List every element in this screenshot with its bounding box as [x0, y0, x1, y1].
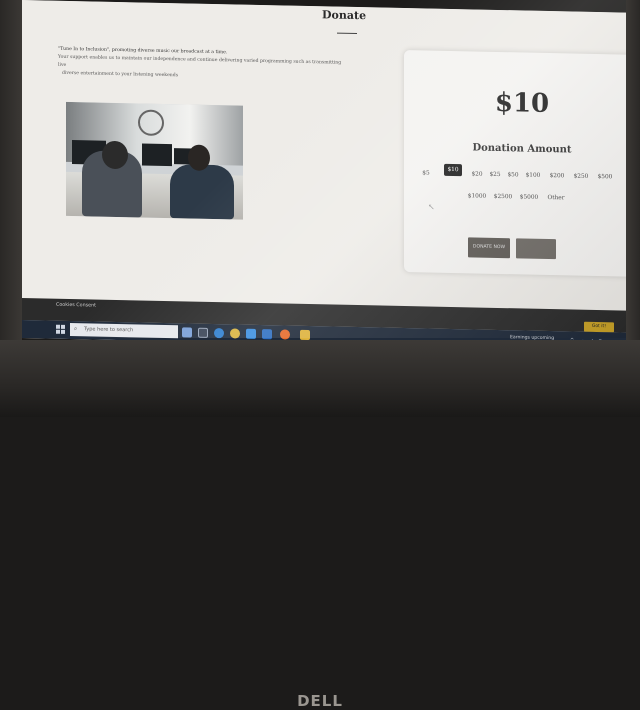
photo-monitor-center	[142, 143, 172, 167]
task-view-icon[interactable]	[198, 327, 208, 338]
brand-logo: DELL	[297, 692, 343, 710]
page-title: Donate	[322, 8, 367, 23]
amount-option[interactable]: $50	[506, 169, 520, 181]
donation-amount-label: Donation Amount	[472, 142, 572, 156]
amount-option[interactable]: $20	[470, 168, 484, 180]
start-icon[interactable]	[56, 324, 65, 334]
store-icon[interactable]	[246, 328, 256, 339]
firefox-icon[interactable]	[280, 329, 290, 340]
laptop-chin: DELL	[0, 340, 640, 710]
amount-option[interactable]: $250	[572, 171, 590, 183]
donate-page: Donate "Tune In to Inclusion", promoting…	[22, 0, 626, 311]
photo-person-right-head	[188, 144, 210, 171]
edge-icon[interactable]	[214, 328, 224, 339]
photo-fan	[138, 109, 164, 136]
mail-icon[interactable]	[262, 329, 272, 340]
donate-now-button[interactable]: DONATE NOW	[468, 237, 510, 259]
cookie-consent-title: Cookies Consent	[56, 302, 97, 309]
amount-option[interactable]: $1000	[466, 190, 488, 202]
taskbar-search-input[interactable]: ⌕ Type here to search	[70, 323, 178, 339]
amount-option[interactable]: $500	[596, 171, 614, 183]
cookie-accept-button[interactable]: Got it!	[584, 321, 614, 333]
amount-option[interactable]: $25	[488, 169, 502, 181]
amount-option[interactable]: $10	[444, 163, 462, 177]
taskbar-search-placeholder: Type here to search	[84, 326, 134, 334]
amount-option[interactable]: $2500	[492, 191, 514, 203]
amount-options-row-1: $5 $10 $20 $25 $50 $100 $200 $250 $500	[404, 50, 626, 180]
widgets-icon[interactable]	[182, 327, 192, 338]
laptop-screen: Donate "Tune In to Inclusion", promoting…	[22, 0, 626, 351]
amount-option[interactable]: $100	[524, 170, 542, 182]
studio-photo	[66, 101, 243, 220]
selected-amount-display: $10	[494, 87, 550, 120]
secondary-action-button[interactable]	[516, 238, 556, 260]
amount-option[interactable]: $5	[422, 167, 430, 179]
search-icon: ⌕	[74, 325, 78, 333]
title-divider	[337, 32, 357, 35]
amount-option[interactable]: $200	[548, 170, 566, 182]
amount-options-row-2: $1000 $2500 $5000 Other	[404, 50, 626, 201]
intro-text: "Tune In to Inclusion", promoting divers…	[58, 46, 348, 84]
photo-person-right	[170, 164, 234, 220]
amount-option[interactable]: Other	[546, 192, 566, 204]
mouse-cursor: ↖	[428, 202, 435, 212]
donation-card: $10 Donation Amount $5 $10 $20 $25 $50 $100 $2…	[404, 50, 626, 277]
file-explorer-icon[interactable]	[300, 329, 310, 341]
chrome-icon[interactable]	[230, 328, 240, 339]
photo-person-left-head	[102, 140, 128, 170]
amount-option[interactable]: $5000	[518, 191, 540, 203]
